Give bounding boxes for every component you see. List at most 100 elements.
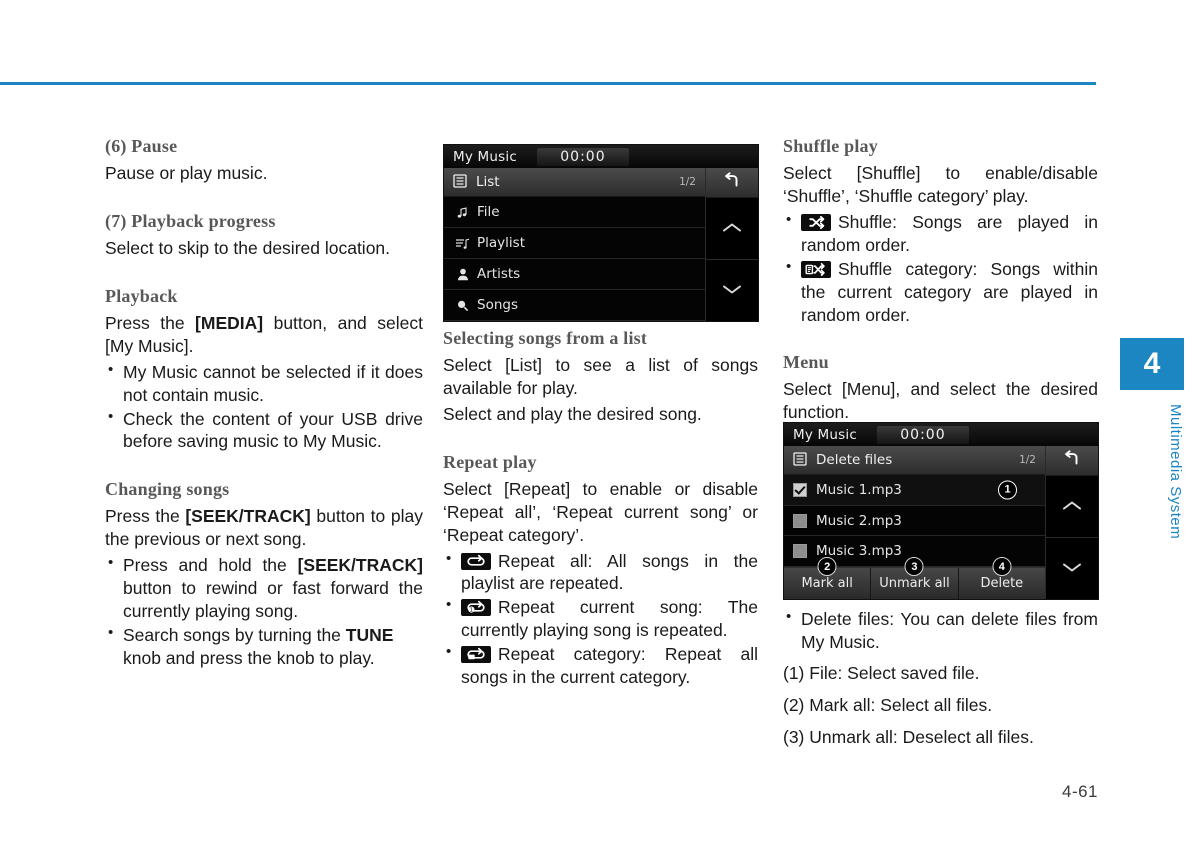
list-item: Shuffle category: Songs within the curre… (783, 257, 1098, 327)
list-item: Search songs by turning the TUNE knob an… (105, 623, 423, 670)
column-left: (6) Pause Pause or play music. (7) Playb… (105, 136, 423, 671)
text-playback: Press the [MEDIA] button, and select [My… (105, 312, 423, 358)
back-button[interactable] (1046, 446, 1098, 476)
delete-button[interactable]: Delete 4 (958, 557, 1045, 599)
list-item-label: File (477, 204, 500, 220)
device-title: My Music (793, 426, 857, 443)
list-item-artists[interactable]: Artists (444, 259, 705, 290)
device-title: My Music (453, 148, 517, 165)
checkbox-unchecked-icon[interactable] (793, 544, 807, 559)
bullet-text: My Music cannot be selected if it does n… (123, 361, 423, 405)
delete-subheader[interactable]: Delete files 1/2 (784, 446, 1045, 475)
device-title-bar: My Music 00:00 (784, 423, 1098, 446)
checkbox-unchecked-icon[interactable] (793, 513, 807, 528)
chevron-down-icon (1061, 559, 1083, 578)
page-number: 4-61 (1061, 782, 1099, 801)
bullet-text: Shuffle category: Songs within the curre… (801, 258, 1098, 325)
list-item-label: Playlist (477, 235, 525, 251)
scroll-up-button[interactable] (706, 198, 758, 260)
text-item-6: Pause or play music. (105, 163, 268, 183)
svg-text:1: 1 (470, 608, 473, 614)
playback-time: 00:00 (876, 425, 969, 444)
list-repeat-modes: Repeat all: All songs in the playlist ar… (443, 549, 758, 690)
bullet-text-c: knob and press the knob to play. (123, 647, 375, 668)
bullet-text: Repeat current song: The currently playi… (461, 597, 758, 641)
bullet-text: Repeat category: Repeat all songs in the… (461, 644, 758, 688)
playlist-icon (453, 237, 472, 250)
column-right: Shuffle play Select [Shuffle] to enable/… (783, 136, 1098, 427)
list-item: Repeat all: All songs in the playlist ar… (443, 549, 758, 596)
list-delete-files: Delete files: You can delete files from … (783, 607, 1098, 654)
list-subheader-label: List (476, 174, 500, 190)
device-body: List 1/2 File Playlist Artists Songs (444, 168, 758, 321)
search-note-icon (453, 299, 472, 312)
callout-marker-3: 3 (904, 557, 924, 576)
callout-marker-2: 2 (817, 557, 837, 576)
heading-item-7: (7) Playback progress (105, 210, 276, 231)
list-item-file[interactable]: File (444, 197, 705, 228)
list-changing-notes: Press and hold the [SEEK/TRACK] button t… (105, 553, 423, 670)
chevron-up-icon (1061, 497, 1083, 516)
file-row-music-1[interactable]: Music 1.mp3 1 (784, 475, 1045, 506)
callout-marker-1: 1 (998, 480, 1017, 500)
heading-repeat-play: Repeat play (443, 451, 537, 472)
scroll-up-button[interactable] (1046, 476, 1098, 538)
key-media: [MEDIA] (195, 312, 264, 333)
scroll-down-button[interactable] (706, 260, 758, 321)
text-item-7: Select to skip to the desired location. (105, 237, 391, 258)
text-selecting-1: Select [List] to see a list of songs ava… (443, 355, 758, 398)
numbered-item-1: (1) File: Select saved file. (783, 662, 980, 683)
list-page-indicator: 1/2 (679, 176, 696, 188)
back-arrow-icon (1062, 450, 1082, 471)
repeat-one-icon: 1 (461, 599, 491, 617)
bullet-text-a: Search songs by turning the (123, 624, 346, 645)
list-item-label: Songs (477, 297, 518, 313)
key-seek-track-2: [SEEK/TRACK] (297, 555, 423, 576)
device-main-panel: Delete files 1/2 Music 1.mp3 1 Music 2.m… (784, 446, 1045, 599)
bullet-text-c: button to rewind or fast forward the cur… (123, 578, 423, 622)
list-item: Check the content of your USB drive befo… (105, 407, 423, 454)
chevron-down-icon (721, 281, 743, 300)
delete-label: Delete (980, 576, 1024, 591)
unmark-all-label: Unmark all (879, 576, 950, 591)
list-playback-notes: My Music cannot be selected if it does n… (105, 360, 423, 454)
file-row-music-2[interactable]: Music 2.mp3 (784, 505, 1045, 537)
heading-playback: Playback (105, 285, 178, 306)
back-button[interactable] (706, 168, 758, 198)
unmark-all-button[interactable]: Unmark all 3 (871, 557, 959, 599)
numbered-item-2: (2) Mark all: Select all files. (783, 694, 993, 715)
header-rule (0, 82, 1096, 85)
checkbox-checked-icon[interactable] (793, 482, 807, 497)
list-item-playlist[interactable]: Playlist (444, 228, 705, 259)
list-icon (453, 173, 467, 192)
list-item-label: Artists (477, 266, 521, 282)
heading-shuffle-play: Shuffle play (783, 136, 878, 156)
column-right-lower: Delete files: You can delete files from … (783, 606, 1098, 752)
list-item: Press and hold the [SEEK/TRACK] button t… (105, 553, 423, 623)
delete-footer-buttons: Mark all 2 Unmark all 3 Delete 4 (784, 557, 1045, 599)
device-side-controls (705, 168, 758, 321)
device-body: Delete files 1/2 Music 1.mp3 1 Music 2.m… (784, 446, 1098, 599)
text-repeat-play: Select [Repeat] to enable or disable ‘Re… (443, 478, 758, 545)
mark-all-button[interactable]: Mark all 2 (784, 557, 872, 599)
bullet-text: Repeat all: All songs in the playlist ar… (461, 550, 758, 594)
callout-marker-4: 4 (992, 557, 1012, 576)
scroll-down-button[interactable] (1046, 538, 1098, 599)
list-shuffle-modes: Shuffle: Songs are played in random orde… (783, 210, 1098, 327)
shuffle-icon (801, 213, 831, 231)
list-subheader[interactable]: List 1/2 (444, 168, 705, 197)
heading-item-6: (6) Pause (105, 136, 178, 156)
chapter-title: Multimedia System (1167, 404, 1184, 540)
list-item-songs[interactable]: Songs (444, 290, 705, 321)
delete-page-indicator: 1/2 (1019, 454, 1036, 466)
column-middle: Selecting songs from a list Select [List… (443, 328, 758, 690)
text-selecting-2: Select and play the desired song. (443, 403, 702, 424)
text-changing-songs: Press the [SEEK/TRACK] button to play th… (105, 505, 423, 551)
device-side-controls (1045, 446, 1098, 599)
person-icon (453, 268, 472, 281)
device-main-panel: List 1/2 File Playlist Artists Songs (444, 168, 705, 321)
repeat-category-icon (461, 646, 491, 664)
text-playback-part1: Press the (105, 312, 196, 333)
list-item: Repeat category: Repeat all songs in the… (443, 642, 758, 689)
list-item: Shuffle: Songs are played in random orde… (783, 210, 1098, 257)
